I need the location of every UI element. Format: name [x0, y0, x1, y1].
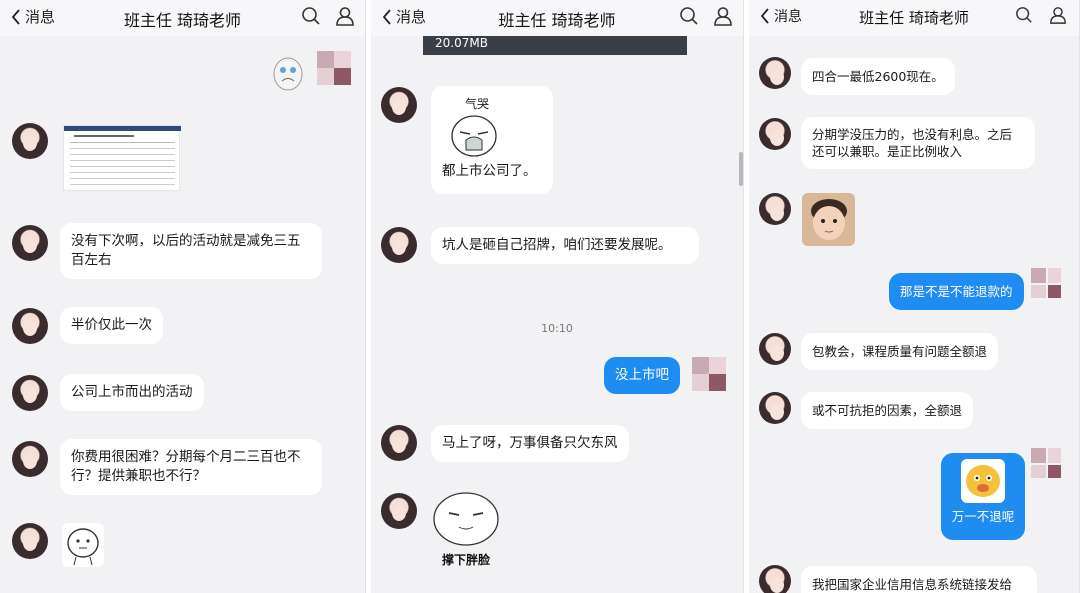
video-info-bar: 20.07MB — [423, 36, 687, 55]
my-message-bubble[interactable]: 那是不是不能退款的 — [889, 273, 1024, 310]
sticker-caption: 气哭 — [464, 97, 489, 111]
teacher-avatar[interactable] — [12, 375, 48, 411]
user-icon[interactable] — [335, 6, 355, 26]
chubby-face-sticker — [433, 492, 499, 546]
chevron-left-icon — [760, 8, 769, 24]
scrollbar[interactable] — [739, 152, 743, 186]
chat-panel-1: 消息 班主任 琦琦老师 没有下次啊，以后的活动就是减免三五百左右 半价仅此一次 — [0, 0, 366, 593]
chevron-left-icon — [11, 8, 20, 25]
teacher-avatar[interactable] — [12, 441, 48, 477]
chat-header: 消息 班主任 琦琦老师 — [749, 0, 1079, 36]
photo-message[interactable] — [802, 193, 855, 246]
search-icon[interactable] — [301, 6, 321, 26]
teacher-avatar[interactable] — [759, 193, 791, 225]
back-button[interactable]: 消息 — [381, 6, 426, 27]
back-label: 消息 — [774, 9, 802, 25]
message-bubble[interactable]: 包教会，课程质量有问题全额退 — [801, 333, 999, 370]
sticker-bubble[interactable]: 气哭 都上市公司了。 — [431, 86, 553, 194]
chat-header: 消息 班主任 琦琦老师 — [0, 0, 365, 36]
my-avatar[interactable] — [317, 51, 351, 85]
teacher-avatar[interactable] — [381, 493, 417, 529]
sticker-message[interactable]: 撑下胖脸 — [431, 491, 501, 567]
message-text: 万一不退呢 — [951, 509, 1015, 524]
message-bubble[interactable]: 你费用很困难？分期每个月二三百也不行？提供兼职也不行？ — [60, 439, 322, 495]
teacher-avatar[interactable] — [12, 123, 48, 159]
timestamp: 10:10 — [541, 322, 573, 335]
teacher-avatar[interactable] — [759, 57, 791, 89]
child-photo — [802, 193, 855, 246]
message-bubble[interactable]: 没有下次啊，以后的活动就是减免三五百左右 — [60, 223, 322, 279]
teacher-avatar[interactable] — [381, 227, 417, 263]
message-bubble[interactable]: 分期学没压力的，也没有利息。之后还可以兼职。是正比例收入 — [801, 117, 1035, 169]
back-label: 消息 — [396, 8, 427, 26]
teacher-avatar[interactable] — [12, 225, 48, 261]
my-avatar[interactable] — [692, 357, 726, 391]
message-text: 都上市公司了。 — [442, 163, 537, 179]
teacher-avatar[interactable] — [759, 565, 791, 593]
chevron-left-icon — [382, 8, 391, 25]
chat-panel-2: 20.07MB 消息 班主任 琦琦老师 20.07MB 气哭 都上市公司了。 坑… — [371, 0, 744, 593]
message-bubble[interactable]: 我把国家企业信用信息系统链接发给 — [801, 566, 1037, 593]
message-bubble[interactable]: 半价仅此一次 — [60, 307, 163, 344]
crying-face-sticker — [451, 115, 497, 157]
video-size-label: 20.07MB — [435, 36, 488, 50]
teacher-avatar[interactable] — [759, 333, 791, 365]
message-bubble[interactable]: 马上了呀，万事俱备只欠东风 — [431, 425, 629, 462]
teacher-avatar[interactable] — [759, 392, 791, 424]
search-icon[interactable] — [1015, 6, 1035, 26]
teacher-avatar[interactable] — [12, 308, 48, 344]
back-button[interactable]: 消息 — [10, 6, 55, 27]
message-bubble[interactable]: 坑人是砸自己招牌，咱们还要发展呢。 — [431, 227, 699, 264]
message-bubble[interactable]: 四合一最低2600现在。 — [801, 58, 955, 95]
my-sticker-bubble[interactable]: 万一不退呢 — [941, 453, 1025, 540]
sent-sticker[interactable] — [270, 54, 306, 92]
my-avatar[interactable] — [1031, 448, 1061, 478]
user-icon[interactable] — [1049, 6, 1069, 26]
teacher-avatar[interactable] — [381, 425, 417, 461]
teacher-avatar[interactable] — [12, 523, 48, 559]
message-bubble[interactable]: 或不可抗拒的因素，全额退 — [801, 392, 974, 429]
chat-header: 消息 班主任 琦琦老师 — [371, 0, 743, 36]
sticker-caption: 撑下胖脸 — [441, 553, 490, 567]
user-icon[interactable] — [713, 6, 733, 26]
duck-sticker — [961, 459, 1005, 503]
back-button[interactable]: 消息 — [759, 6, 802, 26]
image-message[interactable] — [63, 125, 181, 191]
back-label: 消息 — [25, 8, 56, 26]
teacher-avatar[interactable] — [759, 118, 791, 150]
chat-panel-3: 消息 班主任 琦琦老师 四合一最低2600现在。 分期学没压力的，也没有利息。之… — [749, 0, 1080, 593]
search-icon[interactable] — [679, 6, 699, 26]
message-bubble[interactable]: 公司上市而出的活动 — [60, 374, 204, 411]
sticker-message[interactable] — [62, 523, 104, 567]
my-avatar[interactable] — [1031, 268, 1061, 298]
my-message-bubble[interactable]: 没上市吧 — [604, 357, 680, 394]
